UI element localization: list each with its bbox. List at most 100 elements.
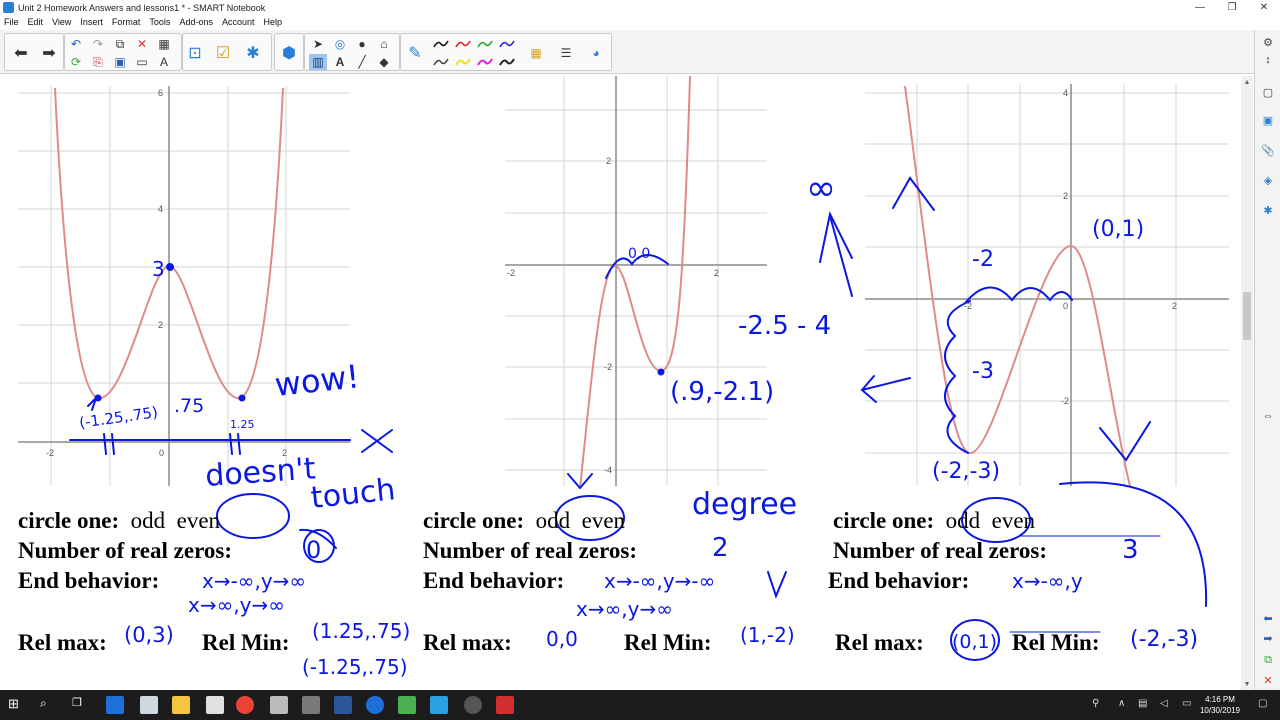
- q2-option-odd[interactable]: odd: [536, 508, 571, 533]
- chrome-icon[interactable]: [236, 696, 254, 714]
- save-icon[interactable]: ▣: [111, 54, 129, 70]
- q1-option-odd[interactable]: odd: [131, 508, 166, 533]
- green-pen-icon[interactable]: [477, 38, 493, 50]
- app-icon[interactable]: [270, 696, 288, 714]
- panel-add-page-icon[interactable]: ⧉: [1260, 652, 1276, 668]
- lab-icon[interactable]: ⬢: [277, 41, 301, 65]
- q3-option-odd[interactable]: odd: [946, 508, 981, 533]
- menu-account[interactable]: Account: [222, 17, 255, 27]
- redo-icon[interactable]: ↷: [89, 36, 107, 52]
- smart-notebook-taskbar-icon[interactable]: [430, 696, 448, 714]
- panel-delete-page-icon[interactable]: ✕: [1260, 672, 1276, 688]
- shape-icon[interactable]: ●: [353, 36, 371, 52]
- line-style-icon[interactable]: ☰: [557, 45, 575, 61]
- reset-page-icon[interactable]: ⟳: [67, 54, 85, 70]
- blue-pen-icon[interactable]: [499, 38, 515, 50]
- red-pen-icon[interactable]: [455, 38, 471, 50]
- start-icon[interactable]: ⊞: [8, 696, 26, 714]
- ink-arrow-down: [1099, 421, 1151, 462]
- graph-2-curve: [579, 76, 691, 486]
- move-toolbar-icon[interactable]: ↕: [1260, 52, 1276, 68]
- file-explorer-icon[interactable]: [172, 696, 190, 714]
- page-canvas[interactable]: -2 0 2 2 4 6 -2 2 2 -2 -4 -2 0 2 4 2 -2 …: [0, 76, 1241, 690]
- panel-prev-page-icon[interactable]: ⬅: [1260, 610, 1276, 626]
- line-icon[interactable]: ╱: [353, 54, 371, 70]
- minimize-button[interactable]: —: [1184, 0, 1216, 15]
- highlighter-black-icon[interactable]: [433, 56, 449, 68]
- app-icon[interactable]: [302, 696, 320, 714]
- edge-icon[interactable]: [106, 696, 124, 714]
- app-icon[interactable]: [398, 696, 416, 714]
- screen-shade-icon[interactable]: ⊡: [183, 41, 207, 65]
- tray-person-icon[interactable]: ⚲: [1092, 698, 1099, 709]
- magic-pen-icon[interactable]: ◎: [331, 36, 349, 52]
- menu-addons[interactable]: Add-ons: [179, 17, 213, 27]
- fill-icon[interactable]: ⌂: [375, 36, 393, 52]
- menu-file[interactable]: File: [4, 17, 19, 27]
- tray-volume-icon[interactable]: ◁: [1160, 698, 1168, 709]
- tray-language-icon[interactable]: ▭: [1182, 698, 1191, 709]
- table-icon[interactable]: ▦: [155, 36, 173, 52]
- taskbar-clock[interactable]: 4:16 PM 10/30/2019: [1200, 694, 1240, 716]
- color-palette-icon[interactable]: ▦: [527, 45, 545, 61]
- previous-page-icon[interactable]: ⬅: [9, 41, 33, 65]
- word-icon[interactable]: [334, 696, 352, 714]
- menu-tools[interactable]: Tools: [149, 17, 170, 27]
- gallery-icon[interactable]: ▣: [1260, 112, 1276, 128]
- add-page-icon[interactable]: ⧉: [111, 36, 129, 52]
- acrobat-icon[interactable]: [496, 696, 514, 714]
- notifications-icon[interactable]: ▢: [1258, 698, 1267, 709]
- eraser-icon[interactable]: ◆: [375, 54, 393, 70]
- text-icon[interactable]: A: [331, 54, 349, 70]
- addons-panel-icon[interactable]: ✱: [1260, 202, 1276, 218]
- addons-icon[interactable]: ✱: [241, 41, 265, 65]
- highlighter-magenta-icon[interactable]: [477, 56, 493, 68]
- select-icon[interactable]: ➤: [309, 36, 327, 52]
- delete-icon[interactable]: ✕: [133, 36, 151, 52]
- page-sorter-icon[interactable]: ▢: [1260, 84, 1276, 100]
- tray-network-icon[interactable]: ▤: [1138, 698, 1147, 709]
- highlighter-yellow-icon[interactable]: [455, 56, 471, 68]
- scroll-up-icon[interactable]: ▲: [1241, 76, 1253, 88]
- app-icon[interactable]: [140, 696, 158, 714]
- expand-panel-icon[interactable]: ⇔: [1260, 408, 1276, 424]
- ink-label: (-1.25,.75): [302, 655, 408, 679]
- tray-chevron-icon[interactable]: ∧: [1118, 698, 1125, 709]
- app-icon[interactable]: [464, 696, 482, 714]
- task-view-icon[interactable]: ❐: [72, 696, 90, 714]
- menu-insert[interactable]: Insert: [80, 17, 103, 27]
- pens-icon[interactable]: ▥: [309, 54, 327, 70]
- attachments-icon[interactable]: 📎: [1260, 142, 1276, 158]
- app-icon[interactable]: [206, 696, 224, 714]
- close-button[interactable]: ✕: [1248, 0, 1280, 15]
- scrollbar-thumb[interactable]: [1243, 292, 1251, 340]
- q2-option-even[interactable]: even: [582, 508, 625, 533]
- edit-group: ↶ ↷ ⧉ ✕ ▦ ⟳ ⎘ ▣ ▭ A: [64, 33, 182, 71]
- black-pen-icon[interactable]: [433, 38, 449, 50]
- scroll-down-icon[interactable]: ▼: [1241, 678, 1253, 690]
- response-icon[interactable]: ☑: [211, 41, 235, 65]
- menu-edit[interactable]: Edit: [28, 17, 44, 27]
- menu-format[interactable]: Format: [112, 17, 141, 27]
- maximize-button[interactable]: ❐: [1216, 0, 1248, 15]
- panel-next-page-icon[interactable]: ➡: [1260, 630, 1276, 646]
- undo-icon[interactable]: ↶: [67, 36, 85, 52]
- capture-icon[interactable]: ⎘: [89, 54, 107, 70]
- settings-icon[interactable]: ⚙: [1260, 34, 1276, 50]
- properties-icon[interactable]: ◈: [1260, 172, 1276, 188]
- fill-effects-icon[interactable]: ◕: [587, 45, 605, 61]
- text-format-icon[interactable]: A: [155, 54, 173, 70]
- q1-option-even[interactable]: even: [177, 508, 220, 533]
- search-icon[interactable]: ⌕: [40, 696, 58, 714]
- graph-2-y-tick: -4: [604, 465, 612, 475]
- ink-circle-even: [216, 493, 290, 539]
- next-page-icon[interactable]: ➡: [37, 41, 61, 65]
- highlighter-dark-icon[interactable]: [499, 56, 515, 68]
- menu-view[interactable]: View: [52, 17, 71, 27]
- menu-help[interactable]: Help: [264, 17, 283, 27]
- app-icon[interactable]: [366, 696, 384, 714]
- q3-option-even[interactable]: even: [992, 508, 1035, 533]
- full-screen-icon[interactable]: ▭: [133, 54, 151, 70]
- pen-type-icon[interactable]: ✎: [403, 41, 427, 65]
- vertical-scrollbar[interactable]: ▲ ▼: [1241, 76, 1253, 690]
